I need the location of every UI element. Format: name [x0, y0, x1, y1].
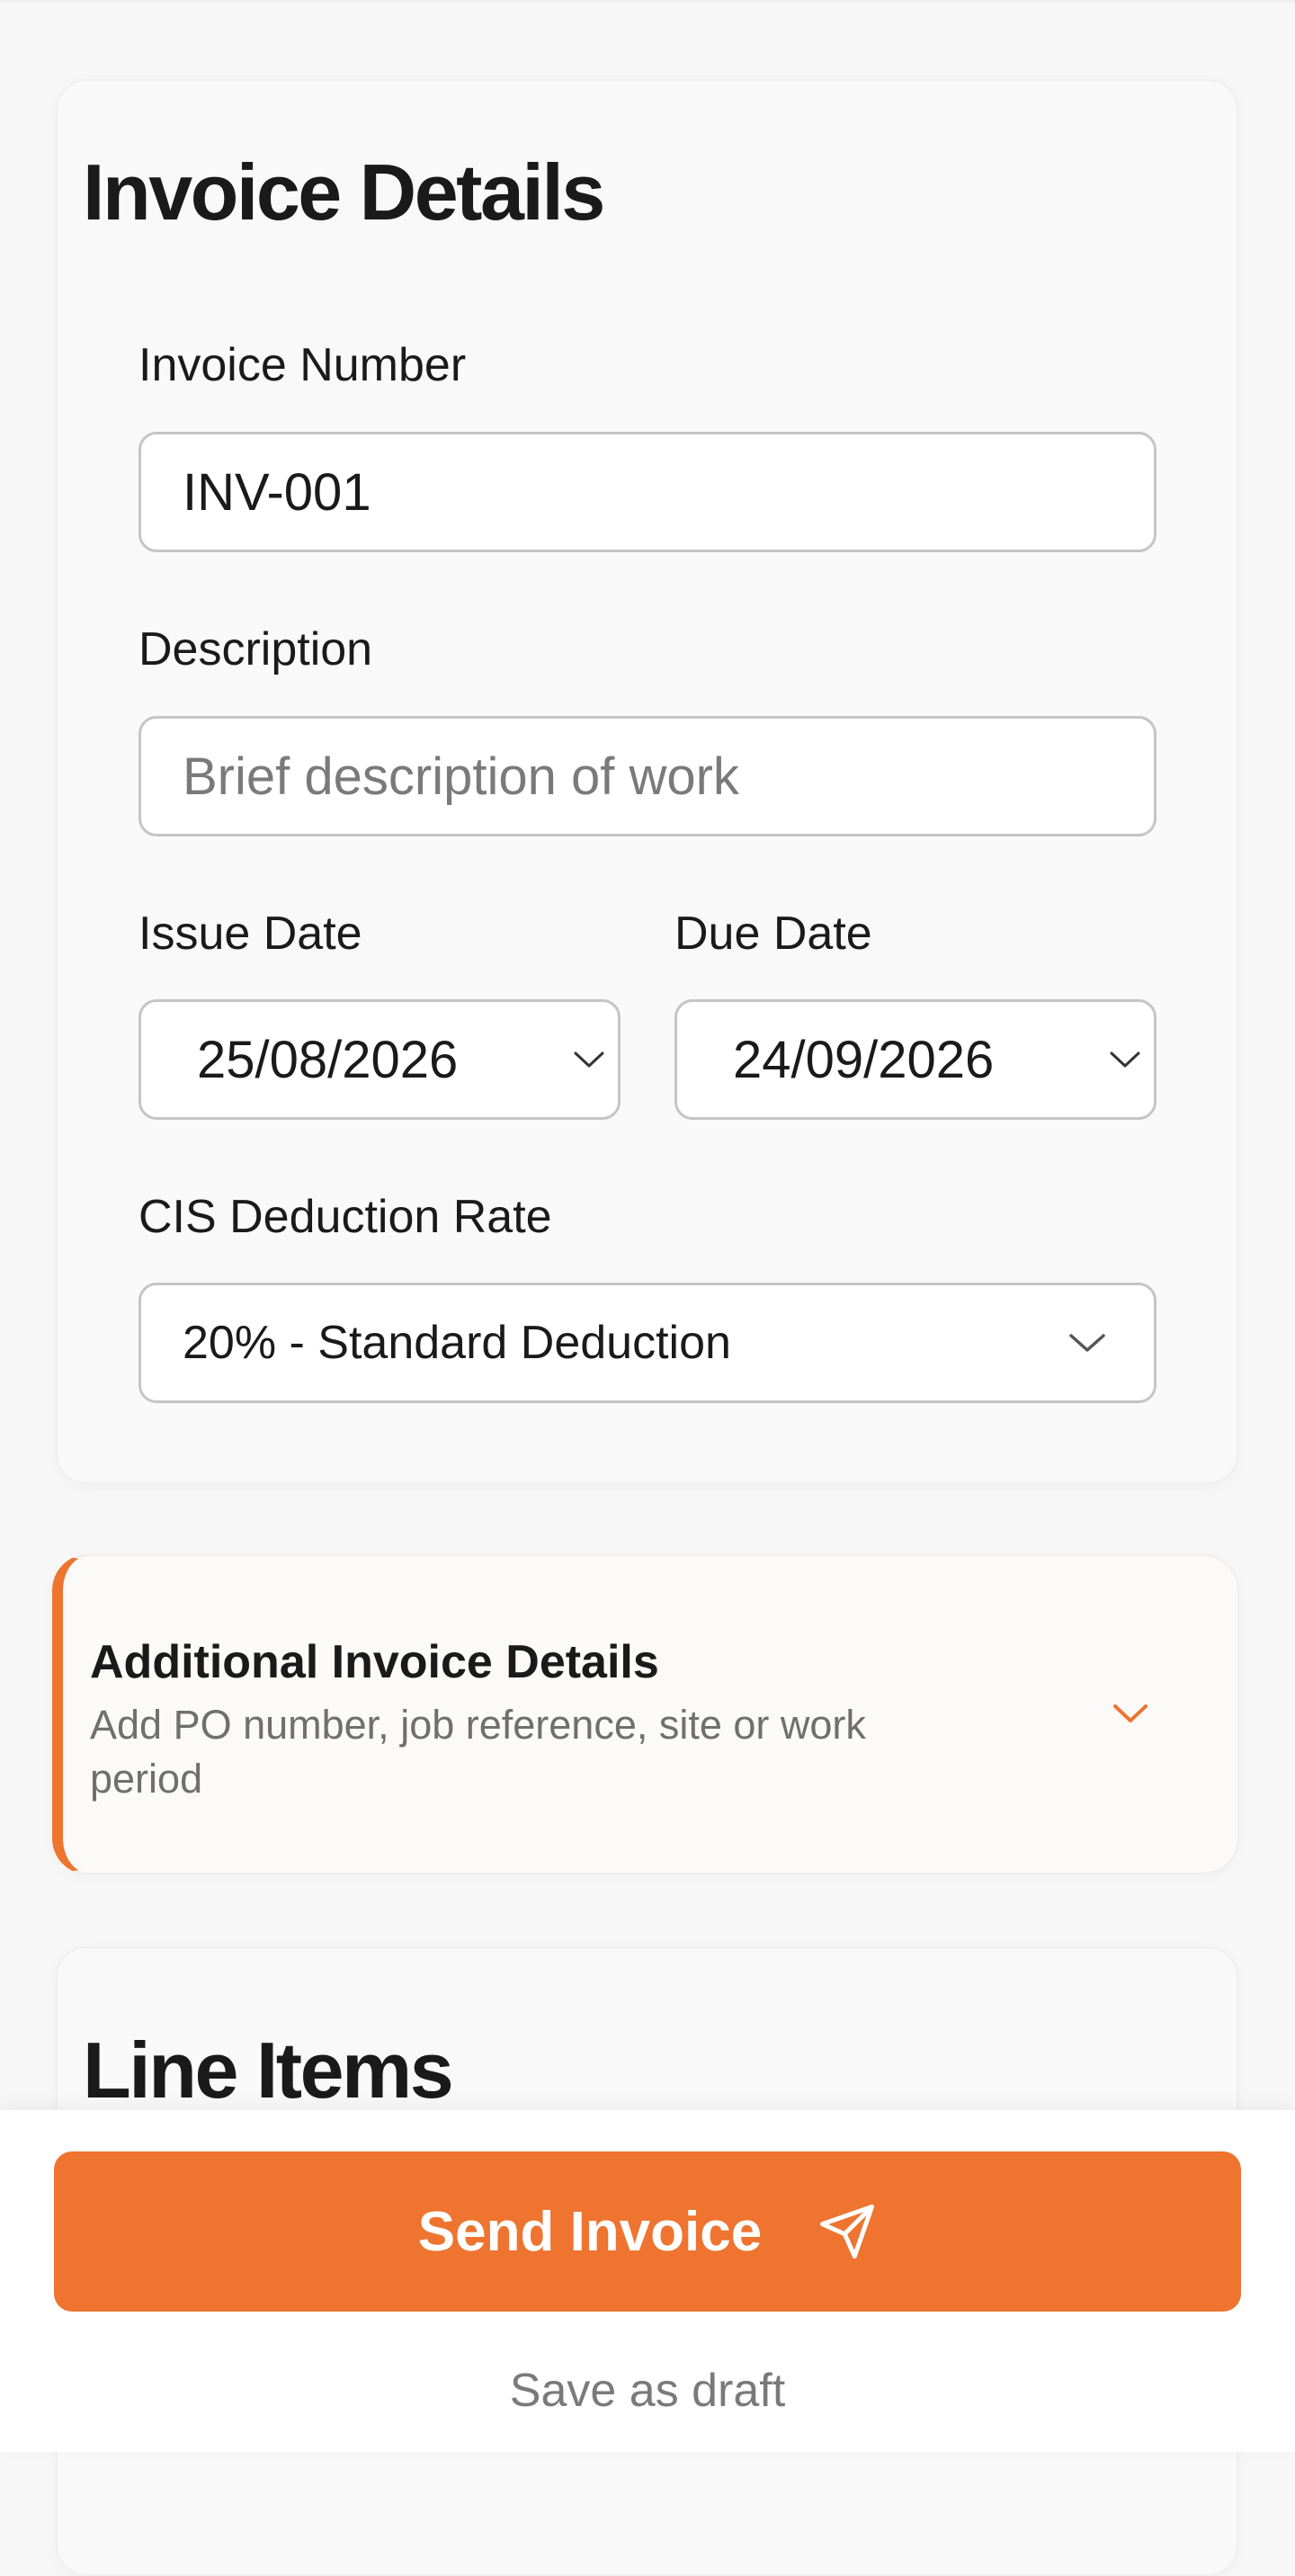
invoice-number-input[interactable]: INV-001 [138, 432, 1157, 552]
due-date-label: Due Date [674, 908, 872, 960]
additional-details-subtitle: Add PO number, job reference, site or wo… [90, 1702, 866, 1802]
cis-rate-label: CIS Deduction Rate [138, 1191, 552, 1243]
save-draft-link[interactable]: Save as draft [0, 2364, 1295, 2418]
issue-date-select[interactable]: 25/08/2026 [138, 999, 621, 1120]
chevron-down-icon [1069, 1334, 1105, 1352]
cis-rate-value: 20% - Standard Deduction [183, 1317, 731, 1369]
send-invoice-label: Send Invoice [417, 2200, 763, 2263]
due-date-value: 24/09/2026 [733, 1030, 995, 1089]
issue-date-value: 25/08/2026 [197, 1030, 459, 1089]
additional-details-title: Additional Invoice Details [90, 1636, 659, 1688]
send-invoice-button[interactable]: Send Invoice [54, 2151, 1241, 2312]
issue-date-label: Issue Date [138, 908, 362, 960]
description-label: Description [138, 623, 373, 675]
invoice-number-value: INV-001 [183, 462, 371, 522]
send-icon [820, 2205, 875, 2258]
top-divider [0, 0, 1295, 3]
due-date-select[interactable]: 24/09/2026 [674, 999, 1157, 1120]
invoice-details-title: Invoice Details [83, 148, 605, 237]
chevron-down-icon [1110, 1051, 1140, 1068]
chevron-down-icon [574, 1051, 604, 1068]
description-placeholder: Brief description of work [183, 747, 739, 806]
invoice-number-label: Invoice Number [138, 339, 467, 391]
line-items-title: Line Items [83, 2026, 454, 2115]
cis-rate-select[interactable]: 20% - Standard Deduction [138, 1283, 1157, 1403]
description-input[interactable]: Brief description of work [138, 716, 1157, 836]
chevron-down-icon[interactable] [1112, 1702, 1149, 1725]
